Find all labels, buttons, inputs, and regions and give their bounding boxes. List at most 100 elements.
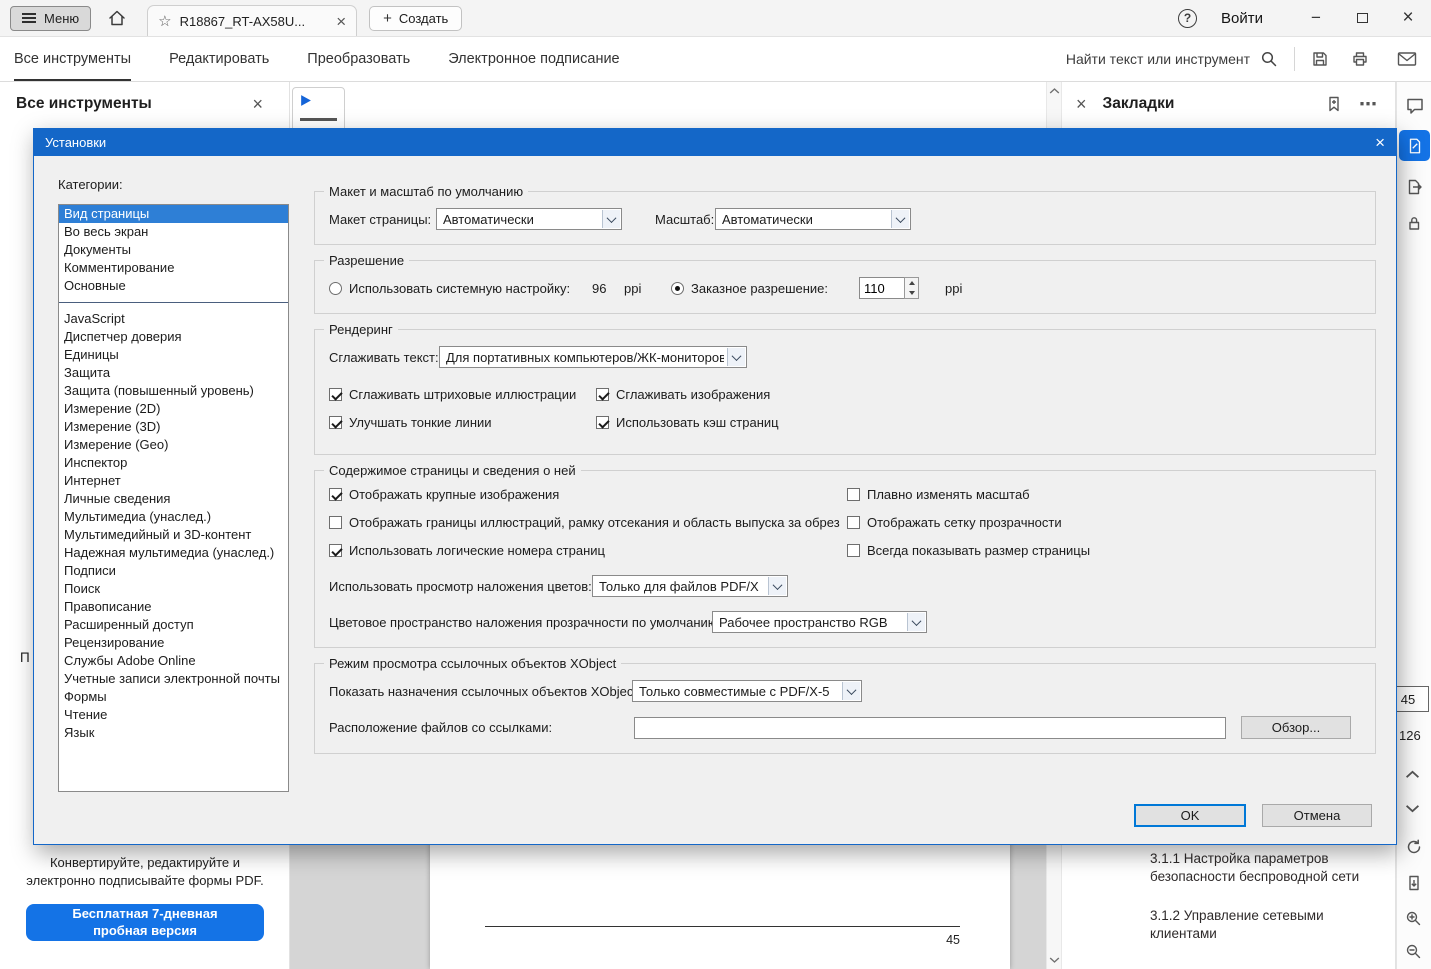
category-item[interactable]: Измерение (2D) [59, 400, 288, 418]
smooth-text-select[interactable]: Для портативных компьютеров/ЖК-мониторов [439, 346, 747, 368]
menu-button[interactable]: Меню [10, 5, 92, 31]
scroll-down-icon[interactable] [1049, 956, 1060, 964]
overflow-menu-icon[interactable]: ⋯ [1359, 95, 1377, 113]
system-resolution-radio[interactable]: Использовать системную настройку: [329, 281, 592, 296]
search-icon[interactable] [1260, 50, 1278, 68]
checkbox[interactable]: Плавно изменять масштаб [847, 487, 1090, 502]
tab-close-icon[interactable]: × [336, 13, 346, 30]
toolbar-tab[interactable]: Преобразовать [307, 37, 410, 81]
export-pdf-icon[interactable] [1405, 178, 1423, 196]
custom-resolution-input[interactable] [859, 277, 905, 299]
signin-button[interactable]: Войти [1221, 10, 1263, 27]
help-button[interactable]: ? [1178, 8, 1198, 28]
category-item[interactable]: Рецензирование [59, 634, 288, 652]
cancel-button[interactable]: Отмена [1262, 804, 1372, 827]
category-item[interactable]: Измерение (Geo) [59, 436, 288, 454]
category-item[interactable]: Диспетчер доверия [59, 328, 288, 346]
checkbox[interactable]: Использовать логические номера страниц [329, 543, 847, 558]
checkbox-label: Использовать логические номера страниц [349, 543, 605, 558]
print-icon[interactable] [1351, 50, 1369, 68]
category-item[interactable]: Интернет [59, 472, 288, 490]
email-icon[interactable] [1397, 51, 1417, 67]
window-close-button[interactable]: × [1385, 0, 1431, 37]
bookmarks-actions: ⋯ [1325, 95, 1377, 113]
comment-icon[interactable] [1405, 96, 1425, 116]
checkbox[interactable]: Отображать сетку прозрачности [847, 515, 1090, 530]
page-layout-select[interactable]: Автоматически [436, 208, 622, 230]
category-item[interactable]: Инспектор [59, 454, 288, 472]
toolbar-tab[interactable]: Электронное подписание [448, 37, 619, 81]
category-item[interactable]: Расширенный доступ [59, 616, 288, 634]
active-tool-button[interactable] [1399, 130, 1430, 161]
refresh-icon[interactable] [1405, 838, 1423, 856]
category-item[interactable]: Вид страницы [59, 205, 288, 223]
page-up-icon[interactable] [1405, 770, 1420, 779]
category-item[interactable]: Учетные записи электронной почты [59, 670, 288, 688]
zoom-label: Масштаб: [655, 211, 715, 227]
colorspace-select[interactable]: Рабочее пространство RGB [712, 611, 927, 633]
xobject-show-select[interactable]: Только совместимые с PDF/X-5 [632, 680, 862, 702]
maximize-button[interactable] [1339, 0, 1385, 37]
zoom-select[interactable]: Автоматически [715, 208, 911, 230]
save-icon[interactable] [1311, 50, 1329, 68]
category-item[interactable]: Защита [59, 364, 288, 382]
home-button[interactable] [107, 8, 127, 28]
category-item[interactable]: Надежная мультимедиа (унаслед.) [59, 544, 288, 562]
group-title: Режим просмотра ссылочных объектов XObje… [324, 656, 622, 671]
category-item[interactable]: Язык [59, 724, 288, 742]
category-item[interactable]: Мультимедийный и 3D-контент [59, 526, 288, 544]
document-tab[interactable]: ☆ R18867_RT-AX58U... × [147, 5, 358, 36]
page-down-icon[interactable] [1405, 804, 1420, 813]
checkbox[interactable]: Отображать границы иллюстраций, рамку от… [329, 515, 847, 530]
bookmark-item[interactable]: 3.1.2 Управление сетевыми клиентами [1150, 907, 1375, 942]
category-item[interactable]: Формы [59, 688, 288, 706]
category-item[interactable]: Комментирование [59, 259, 288, 277]
category-item[interactable]: Основные [59, 277, 288, 295]
search-label[interactable]: Найти текст или инструмент [1066, 51, 1250, 67]
category-item[interactable]: Измерение (3D) [59, 418, 288, 436]
checkbox[interactable]: Использовать кэш страниц [596, 415, 1361, 430]
category-item[interactable]: Во весь экран [59, 223, 288, 241]
toolbar-tab[interactable]: Все инструменты [14, 37, 132, 81]
category-item[interactable]: Единицы [59, 346, 288, 364]
category-item[interactable]: Правописание [59, 598, 288, 616]
category-item[interactable]: Чтение [59, 706, 288, 724]
scroll-up-icon[interactable] [1049, 87, 1060, 95]
checkbox[interactable]: Сглаживать изображения [596, 387, 1361, 402]
dialog-close-icon[interactable]: × [1375, 134, 1385, 151]
bookmark-item[interactable]: 3.1.1 Настройка параметров безопасности … [1150, 850, 1375, 885]
trial-button[interactable]: Бесплатная 7-дневная пробная версия [26, 904, 264, 941]
zoom-out-icon[interactable] [1405, 943, 1423, 961]
category-item[interactable]: Документы [59, 241, 288, 259]
category-item[interactable]: Личные сведения [59, 490, 288, 508]
bookmarks-close-icon[interactable]: × [1076, 95, 1087, 113]
category-item[interactable]: Службы Adobe Online [59, 652, 288, 670]
tools-panel-close-icon[interactable]: × [252, 95, 263, 113]
star-icon[interactable]: ☆ [158, 14, 171, 29]
custom-resolution-radio[interactable]: Заказное разрешение: [671, 281, 859, 296]
ok-button[interactable]: OK [1134, 804, 1246, 827]
create-button[interactable]: + Создать [369, 5, 463, 31]
browse-button[interactable]: Обзор... [1241, 716, 1351, 739]
checkbox[interactable]: Улучшать тонкие линии [329, 415, 596, 430]
add-bookmark-icon[interactable] [1325, 95, 1343, 113]
toolbar-tab[interactable]: Редактировать [169, 37, 269, 81]
spinner-up-icon[interactable] [908, 281, 915, 285]
protect-icon[interactable] [1405, 214, 1423, 232]
overprint-select[interactable]: Только для файлов PDF/X [592, 575, 788, 597]
checkbox[interactable]: Всегда показывать размер страницы [847, 543, 1090, 558]
checkbox[interactable]: Отображать крупные изображения [329, 487, 847, 502]
category-item[interactable]: Подписи [59, 562, 288, 580]
category-item[interactable]: Мультимедиа (унаслед.) [59, 508, 288, 526]
category-item[interactable]: Защита (повышенный уровень) [59, 382, 288, 400]
page-arrow-icon[interactable] [1405, 874, 1423, 892]
category-item[interactable]: Поиск [59, 580, 288, 598]
checkbox[interactable]: Сглаживать штриховые иллюстрации [329, 387, 596, 402]
checkbox-icon [596, 416, 609, 429]
link-location-input[interactable] [634, 716, 1226, 739]
zoom-in-icon[interactable] [1405, 910, 1423, 928]
category-item[interactable]: JavaScript [59, 310, 288, 328]
spinner-down-icon[interactable] [908, 291, 915, 295]
minimize-button[interactable]: − [1293, 0, 1339, 37]
resolution-spinner[interactable] [904, 277, 919, 299]
